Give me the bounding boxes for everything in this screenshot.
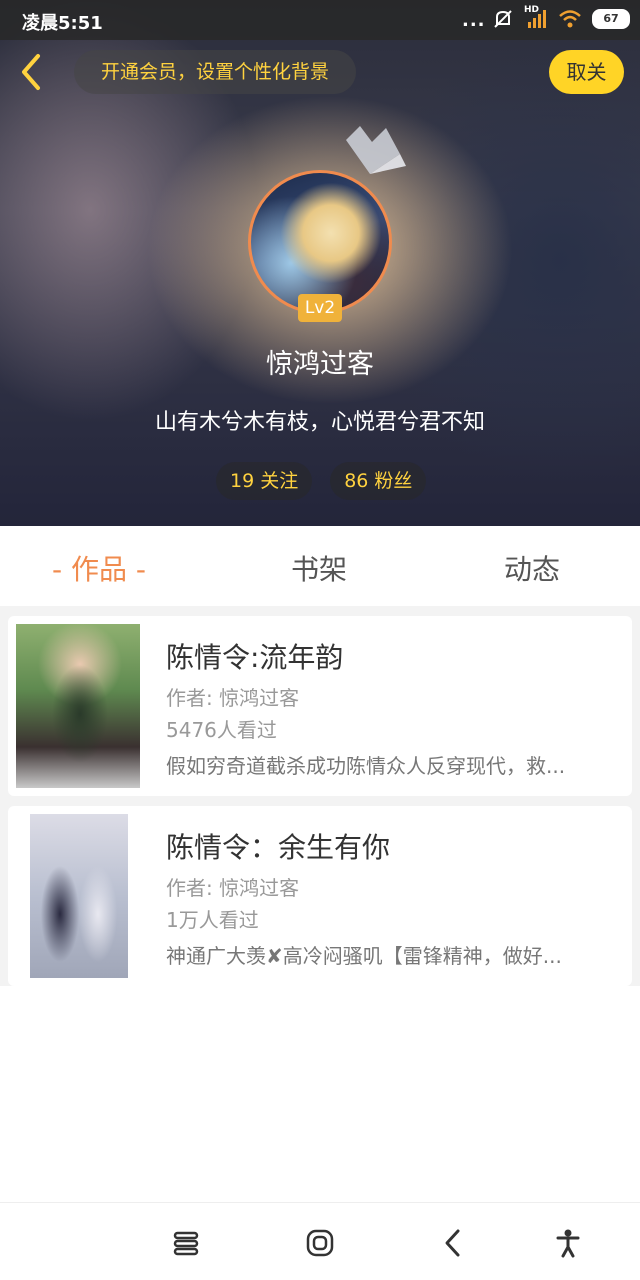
status-bar: 凌晨5:51 ... HD 67 bbox=[0, 0, 640, 40]
status-time: 凌晨5:51 bbox=[22, 13, 103, 34]
battery-indicator: 67 bbox=[592, 9, 630, 29]
tab-works[interactable]: - 作品 - bbox=[52, 548, 146, 588]
following-count[interactable]: 19 关注 bbox=[216, 462, 313, 500]
work-title: 陈情令：余生有你 bbox=[166, 831, 391, 864]
level-badge: Lv2 bbox=[298, 294, 342, 322]
tab-moments[interactable]: 动态 bbox=[504, 548, 560, 588]
work-author: 作者: 惊鸿过客 bbox=[166, 686, 300, 710]
notification-dots: ... bbox=[462, 10, 486, 31]
nickname: 惊鸿过客 bbox=[266, 349, 374, 380]
work-cover-image[interactable] bbox=[30, 814, 128, 978]
work-views: 5476人看过 bbox=[166, 718, 277, 742]
profile-tabs: - 作品 - 书架 动态 bbox=[0, 526, 640, 606]
work-title: 陈情令:流年韵 bbox=[166, 641, 344, 674]
status-icons: HD 67 bbox=[492, 5, 630, 30]
profile-header: 凌晨5:51 ... HD 67 开通会员，设置个性化背景 取关 Lv2 惊鸿过… bbox=[0, 0, 640, 526]
vip-background-prompt[interactable]: 开通会员，设置个性化背景 bbox=[74, 50, 356, 94]
home-icon[interactable] bbox=[302, 1225, 338, 1261]
work-card[interactable]: 陈情令：余生有你 作者: 惊鸿过客 1万人看过 神通广大羡✘高冷闷骚叽【雷锋精神… bbox=[8, 806, 632, 986]
work-description: 假如穷奇道截杀成功陈情众人反穿现代，救... bbox=[166, 754, 566, 778]
avatar-container[interactable]: Lv2 bbox=[248, 170, 392, 322]
work-description: 神通广大羡✘高冷闷骚叽【雷锋精神，做好... bbox=[166, 944, 562, 968]
mute-icon bbox=[494, 10, 512, 28]
tab-bookshelf[interactable]: 书架 bbox=[291, 548, 347, 588]
work-cover-image[interactable] bbox=[16, 624, 140, 788]
wifi-icon bbox=[559, 10, 581, 28]
followers-count[interactable]: 86 粉丝 bbox=[330, 462, 427, 500]
work-author: 作者: 惊鸿过客 bbox=[166, 876, 300, 900]
avatar[interactable] bbox=[248, 170, 392, 314]
work-card[interactable]: 陈情令:流年韵 作者: 惊鸿过客 5476人看过 假如穷奇道截杀成功陈情众人反穿… bbox=[8, 616, 632, 796]
back-icon[interactable] bbox=[14, 52, 50, 92]
system-navigation-bar bbox=[0, 1202, 640, 1280]
accessibility-icon[interactable] bbox=[550, 1225, 586, 1261]
back-icon[interactable] bbox=[436, 1225, 472, 1261]
menu-icon[interactable] bbox=[168, 1225, 204, 1261]
work-views: 1万人看过 bbox=[166, 908, 259, 932]
signal-icon: HD bbox=[524, 5, 548, 30]
signature: 山有木兮木有枝，心悦君兮君不知 bbox=[154, 410, 485, 435]
stats-row: 19 关注 86 粉丝 bbox=[216, 462, 427, 500]
profile-page: 凌晨5:51 ... HD 67 开通会员，设置个性化背景 取关 Lv2 惊鸿过… bbox=[0, 0, 640, 1280]
unfollow-button[interactable]: 取关 bbox=[549, 50, 624, 94]
